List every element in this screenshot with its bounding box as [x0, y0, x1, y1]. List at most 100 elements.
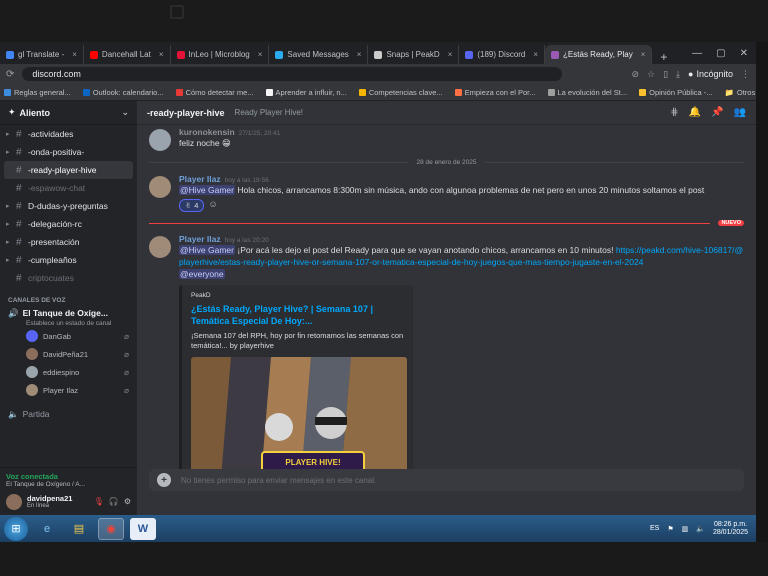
reload-icon[interactable]: ⟳ — [6, 69, 14, 80]
start-button[interactable]: ⊞ — [4, 516, 28, 541]
channel-item[interactable]: ▸ # -onda-positiva- — [0, 143, 137, 161]
browser-tab[interactable]: (189) Discord × — [459, 45, 546, 64]
threads-icon[interactable]: ⋕ — [670, 107, 678, 118]
channel-item[interactable]: # -espawow-chat — [0, 179, 137, 197]
minimize-icon[interactable]: — — [692, 48, 702, 59]
browser-tab[interactable]: Saved Messages × — [269, 45, 369, 64]
voice-category[interactable]: CANALES DE VOZ — [0, 297, 137, 304]
avatar[interactable] — [149, 236, 171, 258]
message-timestamp: hoy a las 20:20 — [224, 237, 269, 244]
tab-label: (189) Discord — [477, 50, 526, 59]
bookmark-item[interactable]: Reglas general... — [4, 88, 71, 97]
bookmark-item[interactable]: La evolución del St... — [547, 88, 627, 97]
tab-favicon-icon — [374, 50, 383, 59]
close-tab-icon[interactable]: × — [641, 50, 646, 59]
star-icon[interactable]: ☆ — [647, 69, 655, 80]
channel-item[interactable]: # -ready-player-hive — [4, 161, 133, 179]
incognito-badge[interactable]: ● Incógnito — [688, 69, 733, 79]
explorer-icon[interactable]: ▤ — [66, 518, 92, 540]
hashtag-icon: # — [16, 254, 22, 266]
channel-item[interactable]: ▸ # -cumpleaños — [0, 251, 137, 269]
channel-label: D-dudas-y-preguntas — [28, 201, 108, 211]
channel-item[interactable]: # criptocuates — [0, 269, 137, 287]
pin-icon[interactable]: 📌 — [711, 107, 723, 118]
browser-tab[interactable]: Snaps | PeakD × — [368, 45, 460, 64]
add-reaction-icon[interactable]: ☺ — [208, 199, 217, 212]
close-tab-icon[interactable]: × — [159, 50, 164, 59]
bookmark-item[interactable]: Empieza con el Por... — [454, 88, 536, 97]
close-tab-icon[interactable]: × — [72, 50, 77, 59]
close-tab-icon[interactable]: × — [448, 50, 453, 59]
volume-icon[interactable]: 🔈 — [696, 525, 705, 533]
message-author[interactable]: Player Ilaz — [179, 174, 221, 184]
bookmark-item[interactable]: Cómo detectar me... — [175, 88, 254, 97]
avatar[interactable] — [149, 129, 171, 151]
close-tab-icon[interactable]: × — [357, 50, 362, 59]
maximize-icon[interactable]: ▢ — [716, 48, 725, 59]
channel-header: -ready-player-hive Ready Player Hive! ⋕ … — [137, 101, 756, 125]
download-icon[interactable]: ⤓ — [676, 69, 680, 80]
user-name[interactable]: davidpena21 — [27, 494, 72, 503]
other-bookmarks[interactable]: 📁Otros marcadores — [725, 88, 756, 97]
attach-plus-icon[interactable]: + — [157, 473, 171, 487]
flag-icon[interactable]: ⚑ — [667, 525, 673, 533]
sidepanel-icon[interactable]: ▯ — [663, 69, 668, 80]
server-header[interactable]: ✦ Aliento ⌄ — [0, 101, 137, 125]
monitor-bezel-top — [0, 0, 768, 42]
clock[interactable]: 08:26 p.m. 28/01/2025 — [713, 521, 748, 537]
close-window-icon[interactable]: ✕ — [740, 48, 748, 59]
voice-user[interactable]: DavidPeña21 ⌀ — [0, 345, 137, 363]
browser-tab[interactable]: Dancehall Lat × — [84, 45, 171, 64]
avatar[interactable] — [149, 176, 171, 198]
voice-channel-status[interactable]: Establece un estado de canal — [0, 320, 137, 327]
bookmark-favicon-icon — [265, 88, 273, 96]
close-tab-icon[interactable]: × — [533, 50, 538, 59]
bookmark-item[interactable]: Competencias clave... — [358, 88, 443, 97]
ie-icon[interactable]: e — [34, 518, 60, 540]
embed-provider: PeakD — [191, 292, 211, 299]
eye-off-icon[interactable]: ⊘ — [631, 69, 639, 80]
bookmark-item[interactable]: Aprender a influir, n... — [265, 88, 347, 97]
user-avatar[interactable] — [6, 493, 22, 510]
channel-item[interactable]: ▸ # -delegación-rc — [0, 215, 137, 233]
expand-arrow-icon: ▸ — [6, 239, 10, 246]
voice-user[interactable]: eddiespino ⌀ — [0, 363, 137, 381]
hashtag-icon: # — [16, 200, 22, 212]
chrome-icon[interactable]: ◉ — [98, 517, 124, 540]
browser-tab[interactable]: InLeo | Microblog × — [171, 45, 270, 64]
members-icon[interactable]: 👥 — [734, 107, 746, 118]
settings-gear-icon[interactable]: ⚙ — [124, 497, 131, 506]
bookmark-item[interactable]: Outlook: calendario... — [82, 88, 164, 97]
voice-connected-channel[interactable]: El Tanque de Oxígeno / A... — [6, 481, 131, 488]
word-icon[interactable]: W — [130, 517, 156, 540]
url-field[interactable]: discord.com — [22, 67, 563, 81]
channel-item[interactable]: ▸ # -presentación — [0, 233, 137, 251]
role-mention[interactable]: @Hive Gamer — [179, 245, 235, 255]
voice-user[interactable]: Player Ilaz ⌀ — [0, 381, 137, 399]
channel-item[interactable]: ▸ # -actividades — [0, 125, 137, 143]
tab-label: Snaps | PeakD — [386, 50, 440, 59]
close-tab-icon[interactable]: × — [258, 50, 263, 59]
message-author[interactable]: kuronokensin — [179, 127, 235, 137]
browser-tab[interactable]: ¿Estás Ready, Play × — [545, 45, 653, 64]
language-indicator[interactable]: ES — [650, 525, 659, 532]
bookmark-item[interactable]: Opinión Pública -... — [639, 88, 713, 97]
voice-user[interactable]: DanGab ⌀ — [0, 327, 137, 345]
channel-topic[interactable]: Ready Player Hive! — [235, 108, 303, 117]
partida-channel[interactable]: 🔈 Partida — [0, 405, 137, 423]
network-icon[interactable]: ▥ — [682, 525, 689, 533]
everyone-mention[interactable]: @everyone — [179, 269, 225, 279]
channel-item[interactable]: ▸ # D-dudas-y-preguntas — [0, 197, 137, 215]
message-author[interactable]: Player Ilaz — [179, 234, 221, 244]
reaction-peace[interactable]: ✌ 4 — [179, 199, 205, 212]
new-tab-button[interactable]: + — [652, 50, 675, 64]
bell-icon[interactable]: 🔔 — [689, 107, 701, 118]
embed-image[interactable]: PLAYER HIVE! — [191, 357, 407, 479]
role-mention[interactable]: @Hive Gamer — [179, 185, 235, 195]
headphones-icon[interactable]: 🎧 — [109, 497, 119, 506]
browser-tab[interactable]: gl Translate - × — [0, 45, 84, 64]
menu-icon[interactable]: ⋮ — [741, 69, 750, 80]
mic-muted-icon[interactable]: 🎙 — [94, 497, 104, 506]
user-controls: 🎙 🎧 ⚙ — [94, 497, 131, 506]
embed-title[interactable]: ¿Estás Ready, Player Hive? | Semana 107 … — [191, 303, 404, 327]
